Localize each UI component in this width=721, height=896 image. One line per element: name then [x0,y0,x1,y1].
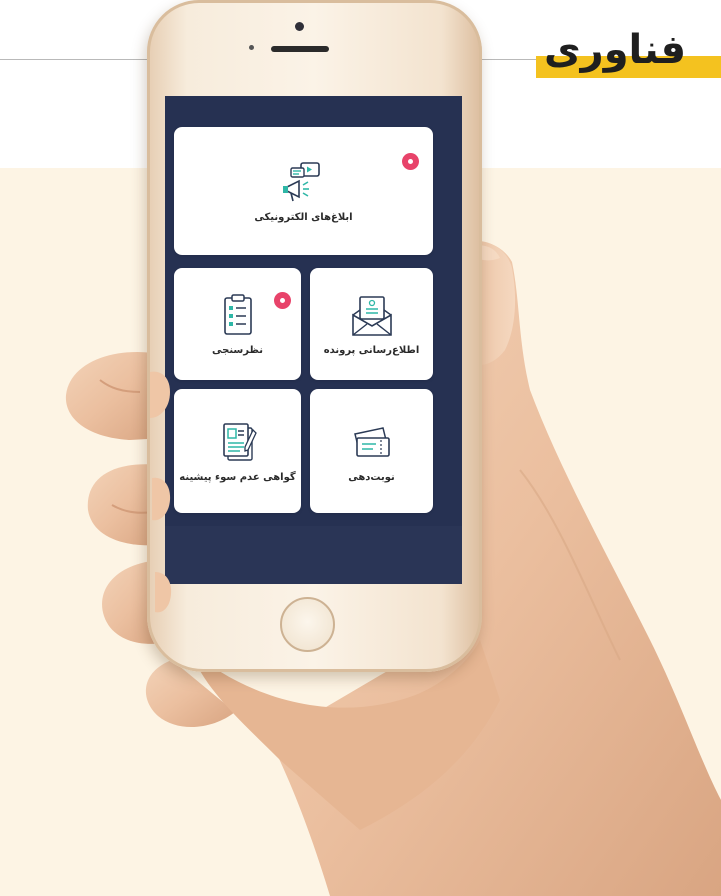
finger-overlay [150,371,172,613]
